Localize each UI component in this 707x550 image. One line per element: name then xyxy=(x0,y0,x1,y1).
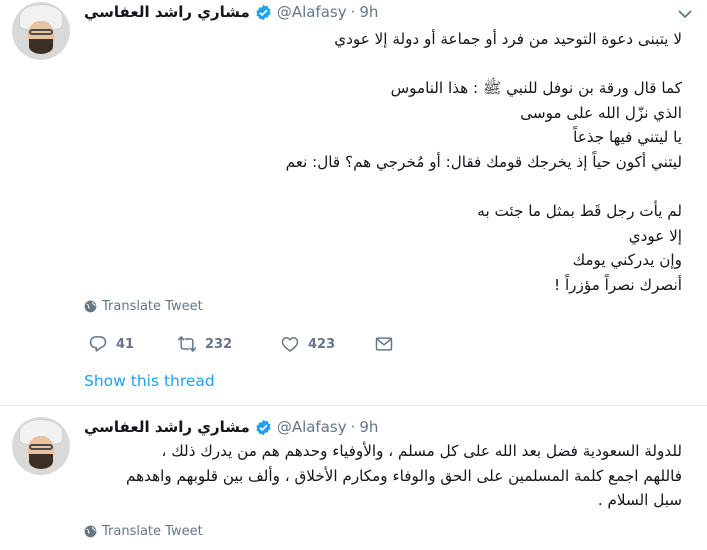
globe-icon xyxy=(84,300,97,313)
tweet-text: للدولة السعودية فضل بعد الله على كل مسلم… xyxy=(84,439,682,513)
tweet-line: لم يأت رجل قَط بمثل ما جئت به xyxy=(477,202,682,221)
verified-badge-icon xyxy=(256,419,271,435)
caret-down-icon[interactable] xyxy=(677,8,693,20)
tweet-line: للدولة السعودية فضل بعد الله على كل مسلم… xyxy=(161,442,682,460)
tweet-actions: 41 232 423 xyxy=(84,334,404,358)
tweet-header: مشاري راشد العفاسي @Alafasy · 9h xyxy=(84,3,378,21)
tweet-line: لا يتبنى دعوة التوحيد من فرد أو جماعة أو… xyxy=(334,30,682,48)
tweet-line: سبل السلام . xyxy=(597,491,682,510)
avatar[interactable] xyxy=(12,2,70,60)
show-thread-link[interactable]: Show this thread xyxy=(84,372,215,390)
timestamp[interactable]: 9h xyxy=(359,3,378,21)
author-name[interactable]: مشاري راشد العفاسي xyxy=(84,418,250,436)
like-button[interactable]: 423 xyxy=(280,334,335,354)
tweet[interactable]: مشاري راشد العفاسي @Alafasy · 9h لا يتبن… xyxy=(0,0,707,405)
timestamp[interactable]: 9h xyxy=(359,418,378,436)
tweet-text: لا يتبنى دعوة التوحيد من فرد أو جماعة أو… xyxy=(84,27,682,298)
author-handle[interactable]: @Alafasy xyxy=(277,3,347,21)
retweet-button[interactable]: 232 xyxy=(177,334,232,354)
reply-count: 41 xyxy=(116,336,135,352)
tweet-line: وإن يدركني يومك xyxy=(572,251,682,270)
direct-message-button[interactable] xyxy=(374,334,402,354)
translate-label[interactable]: Translate Tweet xyxy=(102,299,203,314)
tweet-line: إلا عودي xyxy=(628,226,682,245)
translate-tweet-link[interactable]: Translate Tweet xyxy=(84,299,203,314)
translate-tweet-link[interactable]: Translate Tweet xyxy=(84,524,203,539)
translate-label[interactable]: Translate Tweet xyxy=(102,524,203,539)
separator-dot: · xyxy=(350,418,356,436)
tweet-line: فاللهم اجمع كلمة المسلمين على الحق والوف… xyxy=(126,466,682,485)
tweet-line: ليتني أكون حياً إذ يخرجك قومك فقال: أو م… xyxy=(285,152,682,171)
tweet-line: الذي نزّل الله على موسى xyxy=(520,103,682,122)
avatar[interactable] xyxy=(12,417,70,475)
retweet-count: 232 xyxy=(205,336,233,352)
tweet-line: أنصرك نصراً مؤزراً ! xyxy=(554,275,682,294)
direct-message-icon xyxy=(375,337,393,351)
separator-dot: · xyxy=(350,3,356,21)
retweet-icon xyxy=(177,336,197,352)
tweet-line: يا ليتني فيها جذعاً xyxy=(573,128,682,147)
tweet-line: كما قال ورقة بن نوفل للنبي ﷺ : هذا النام… xyxy=(390,79,682,98)
reply-button[interactable]: 41 xyxy=(88,334,134,354)
globe-icon xyxy=(84,525,97,538)
like-icon xyxy=(281,337,299,352)
author-handle[interactable]: @Alafasy xyxy=(277,418,347,436)
like-count: 423 xyxy=(308,336,336,352)
author-name[interactable]: مشاري راشد العفاسي xyxy=(84,3,250,21)
verified-badge-icon xyxy=(256,4,271,20)
tweet-header: مشاري راشد العفاسي @Alafasy · 9h xyxy=(84,418,378,436)
tweet[interactable]: مشاري راشد العفاسي @Alafasy · 9h للدولة … xyxy=(0,405,707,550)
reply-icon xyxy=(89,336,107,352)
